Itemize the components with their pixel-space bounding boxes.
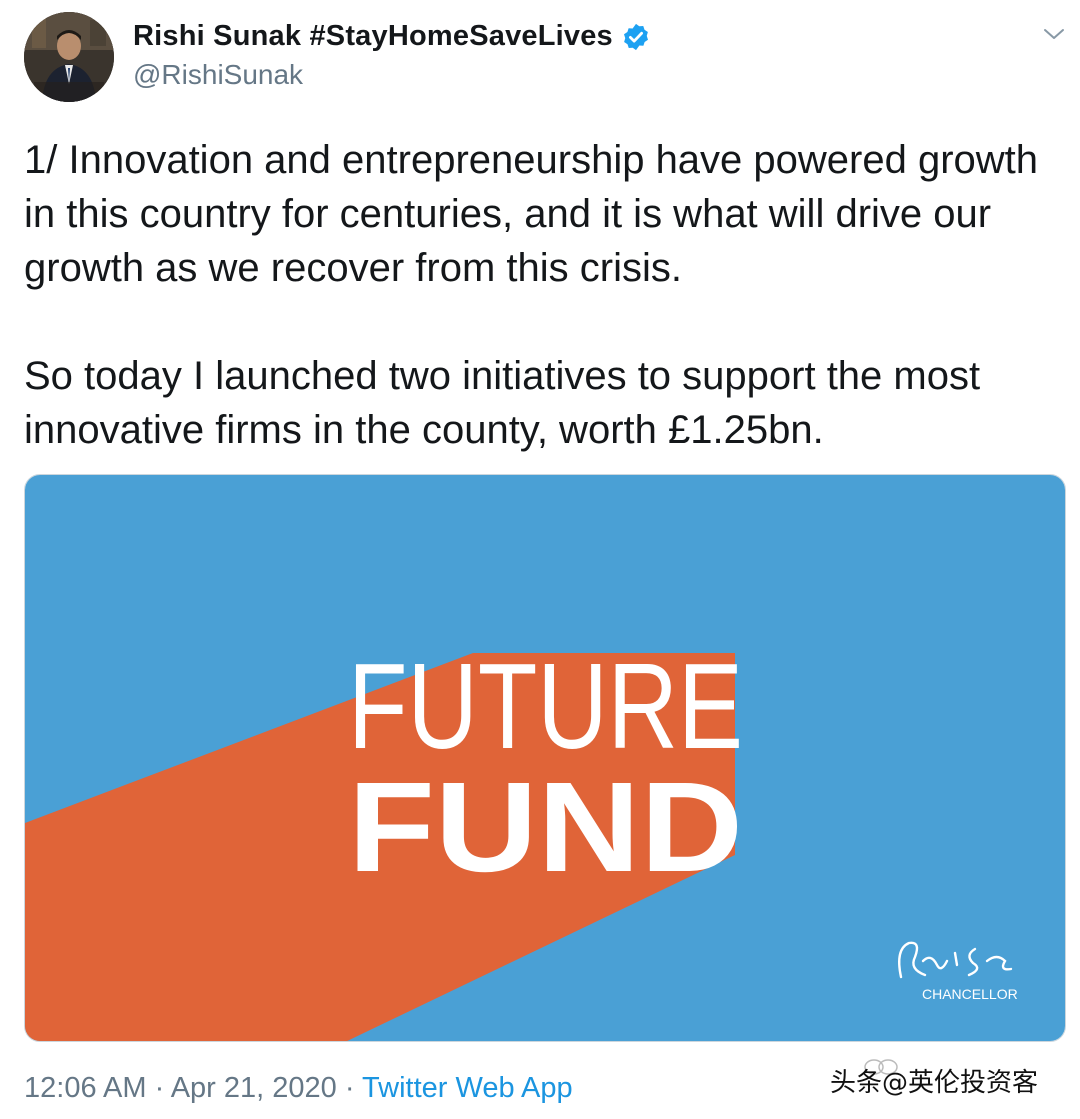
avatar[interactable] bbox=[24, 12, 114, 102]
tweet-date[interactable]: Apr 21, 2020 bbox=[171, 1072, 337, 1104]
tweet-source-link[interactable]: Twitter Web App bbox=[362, 1072, 573, 1104]
author-name-row: Rishi Sunak #StayHomeSaveLives bbox=[133, 20, 651, 53]
verified-badge-icon bbox=[621, 22, 651, 52]
media-headline-future: FUTURE bbox=[348, 638, 743, 774]
meta-separator: · bbox=[336, 1072, 363, 1104]
tweet-media-image[interactable]: FUTURE FUND CHANCELLOR bbox=[24, 474, 1066, 1042]
avatar-image bbox=[24, 12, 114, 102]
tweet-paragraph: 1/ Innovation and entrepreneurship have … bbox=[24, 138, 1039, 290]
tweet-time[interactable]: 12:06 AM bbox=[24, 1072, 147, 1104]
signature-caption: CHANCELLOR bbox=[922, 986, 1018, 1002]
meta-separator: · bbox=[146, 1072, 171, 1104]
author-handle[interactable]: @RishiSunak bbox=[133, 59, 303, 91]
tweet-text: 1/ Innovation and entrepreneurship have … bbox=[24, 133, 1064, 457]
author-display-name[interactable]: Rishi Sunak #StayHomeSaveLives bbox=[133, 20, 613, 53]
watermark-text: 头条@英伦投资客 bbox=[830, 1068, 1039, 1098]
media-headline-fund: FUND bbox=[348, 756, 743, 899]
chevron-down-icon[interactable] bbox=[1042, 24, 1066, 44]
tweet-meta: 12:06 AM · Apr 21, 2020 · Twitter Web Ap… bbox=[24, 1072, 573, 1105]
tweet-paragraph: So today I launched two initiatives to s… bbox=[24, 354, 981, 452]
